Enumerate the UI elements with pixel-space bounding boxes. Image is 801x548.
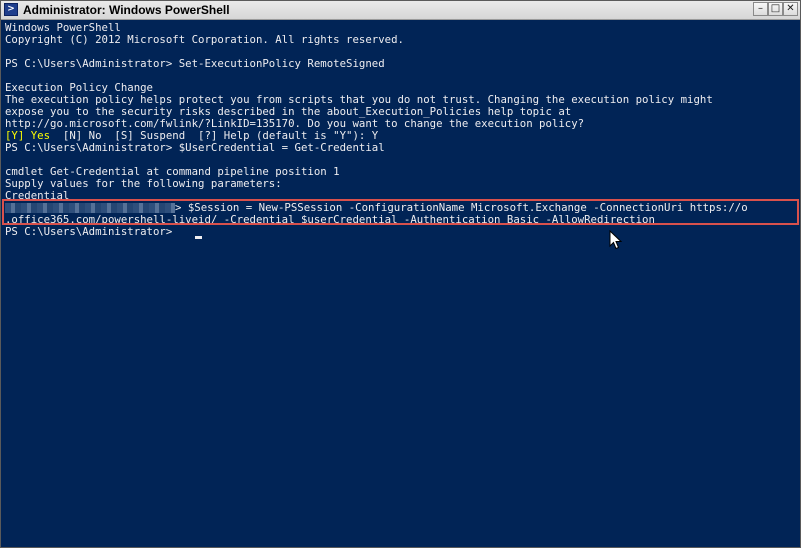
text-cursor xyxy=(195,236,202,239)
mouse-pointer-icon xyxy=(609,230,623,250)
window-title: Administrator: Windows PowerShell xyxy=(23,3,230,17)
maximize-button[interactable]: □ xyxy=(768,2,783,16)
console-line: PS C:\Users\Administrator> Set-Execution… xyxy=(5,57,385,70)
title-bar[interactable]: > Administrator: Windows PowerShell – □ … xyxy=(1,1,800,20)
minimize-button[interactable]: – xyxy=(753,2,768,16)
console-output[interactable]: Windows PowerShell Copyright (C) 2012 Mi… xyxy=(2,20,799,547)
console-line: Copyright (C) 2012 Microsoft Corporation… xyxy=(5,33,404,46)
close-button[interactable]: ✕ xyxy=(783,2,798,16)
redacted-prompt xyxy=(5,203,175,213)
current-prompt: PS C:\Users\Administrator> xyxy=(5,225,179,238)
console-line: PS C:\Users\Administrator> $UserCredenti… xyxy=(5,141,385,154)
console-line: Credential xyxy=(5,189,70,202)
powershell-window: > Administrator: Windows PowerShell – □ … xyxy=(0,0,801,548)
powershell-icon: > xyxy=(4,3,18,16)
